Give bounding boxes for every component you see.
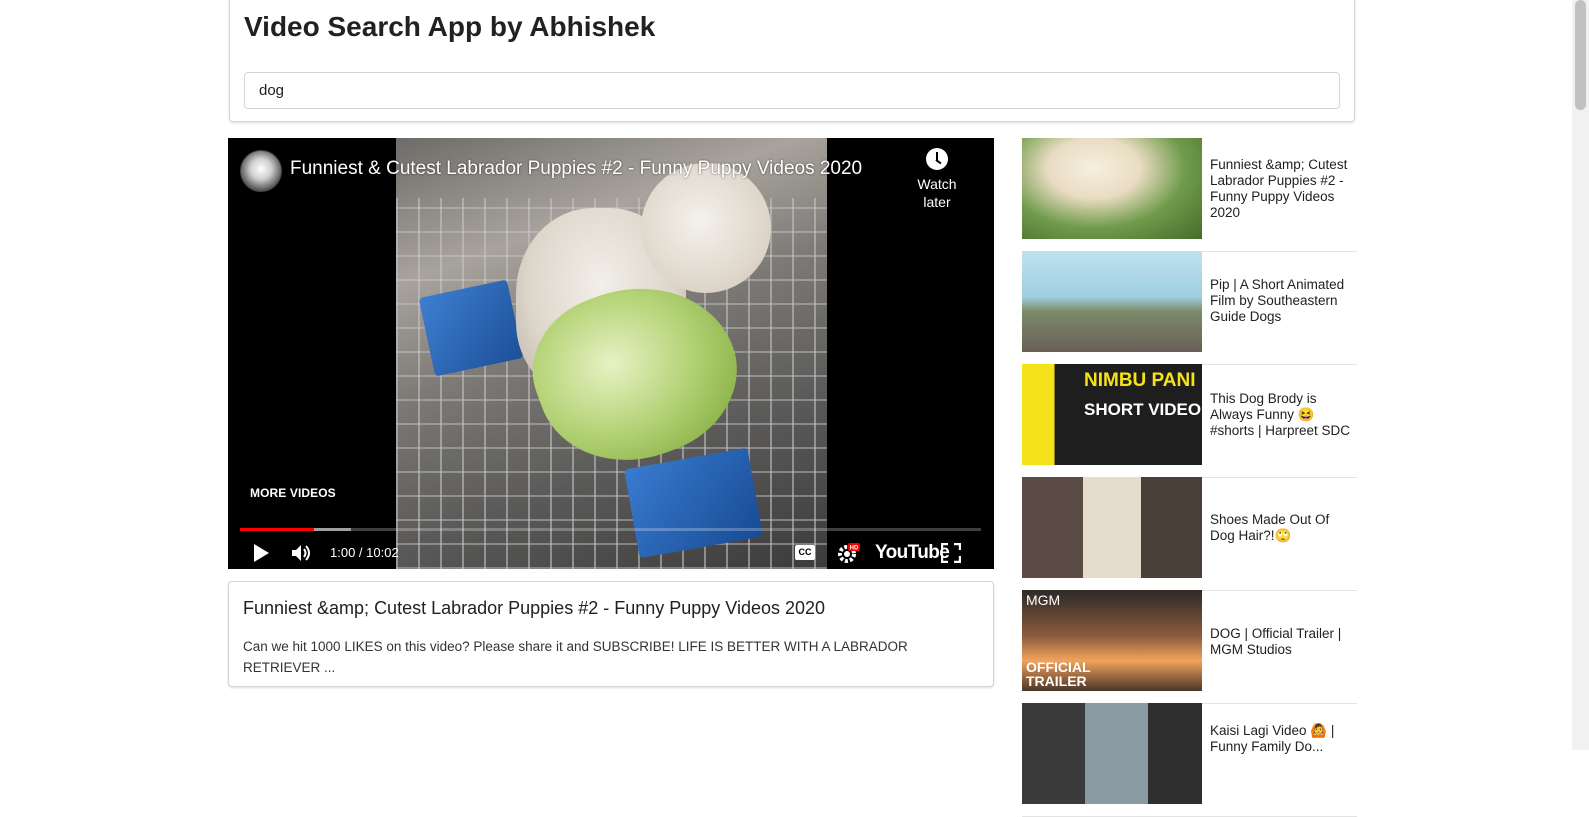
list-item[interactable]: Funniest &amp; Cutest Labrador Puppies #… [1022, 138, 1357, 252]
video-thumbnail[interactable] [1022, 251, 1202, 352]
hd-badge: HD [850, 545, 859, 551]
player-title[interactable]: Funniest & Cutest Labrador Puppies #2 - … [290, 158, 862, 180]
progress-bar[interactable] [240, 528, 981, 531]
video-player[interactable]: Funniest & Cutest Labrador Puppies #2 - … [228, 138, 994, 569]
volume-button[interactable] [290, 536, 318, 569]
video-thumbnail[interactable]: MGM OFFICIAL TRAILER [1022, 590, 1202, 691]
youtube-logo[interactable]: YouTube [875, 536, 950, 569]
video-list-title[interactable]: Kaisi Lagi Video 🙆 | Funny Family Do... [1210, 723, 1357, 755]
play-icon [254, 543, 269, 562]
video-frame[interactable] [396, 138, 827, 569]
player-controls: 1:00 / 10:02 CC HD YouTube [228, 536, 994, 569]
settings-button[interactable]: HD [836, 536, 862, 569]
list-item[interactable]: MGM OFFICIAL TRAILER DOG | Official Trai… [1022, 590, 1357, 704]
gear-icon: HD [838, 542, 860, 563]
time-display: 1:00 / 10:02 [330, 545, 399, 560]
watch-later-button[interactable]: Watch later [902, 148, 972, 212]
video-list-title[interactable]: Pip | A Short Animated Film by Southeast… [1210, 277, 1357, 325]
volume-icon [292, 544, 310, 561]
list-item[interactable]: NIMBU PANI SHORT VIDEO This Dog Brody is… [1022, 364, 1357, 478]
header-card: Video Search App by Abhishek [229, 0, 1355, 122]
thumbnail-text: NIMBU PANI [1084, 370, 1196, 391]
play-button[interactable] [250, 536, 276, 569]
thumbnail-text: SHORT VIDEO [1084, 400, 1202, 419]
fullscreen-icon [941, 542, 961, 563]
cc-icon: CC [795, 545, 815, 560]
video-description: Can we hit 1000 LIKES on this video? Ple… [243, 639, 908, 675]
video-detail-title: Funniest &amp; Cutest Labrador Puppies #… [243, 598, 826, 618]
progress-played [240, 528, 314, 531]
fullscreen-button[interactable] [941, 536, 963, 569]
more-videos-button[interactable]: MORE VIDEOS [250, 486, 336, 500]
app-title: Video Search App by Abhishek [244, 11, 656, 42]
video-list-title[interactable]: Shoes Made Out Of Dog Hair?!🙄 [1210, 512, 1357, 544]
video-thumbnail[interactable] [1022, 138, 1202, 239]
video-list-title[interactable]: DOG | Official Trailer | MGM Studios [1210, 626, 1357, 658]
search-input[interactable] [244, 72, 1340, 109]
channel-avatar[interactable] [240, 150, 282, 192]
clock-icon [926, 148, 948, 170]
video-list-title[interactable]: Funniest &amp; Cutest Labrador Puppies #… [1210, 157, 1357, 221]
thumbnail-text: OFFICIAL TRAILER [1026, 659, 1091, 689]
video-thumbnail[interactable] [1022, 477, 1202, 578]
watch-later-label: Watch later [917, 176, 957, 210]
mgm-logo-text: MGM [1026, 592, 1061, 608]
list-item[interactable]: Pip | A Short Animated Film by Southeast… [1022, 251, 1357, 365]
video-detail-card: Funniest &amp; Cutest Labrador Puppies #… [228, 581, 994, 687]
list-item[interactable]: Shoes Made Out Of Dog Hair?!🙄 [1022, 477, 1357, 591]
list-item[interactable]: Kaisi Lagi Video 🙆 | Funny Family Do... [1022, 703, 1357, 817]
scrollbar-thumb[interactable] [1575, 0, 1586, 110]
video-list-title[interactable]: This Dog Brody is Always Funny 😆 #shorts… [1210, 391, 1357, 439]
puppy-head-image [641, 163, 771, 293]
captions-button[interactable]: CC [795, 536, 819, 569]
video-thumbnail[interactable]: NIMBU PANI SHORT VIDEO [1022, 364, 1202, 465]
video-thumbnail[interactable] [1022, 703, 1202, 804]
page-scrollbar[interactable] [1572, 0, 1589, 750]
